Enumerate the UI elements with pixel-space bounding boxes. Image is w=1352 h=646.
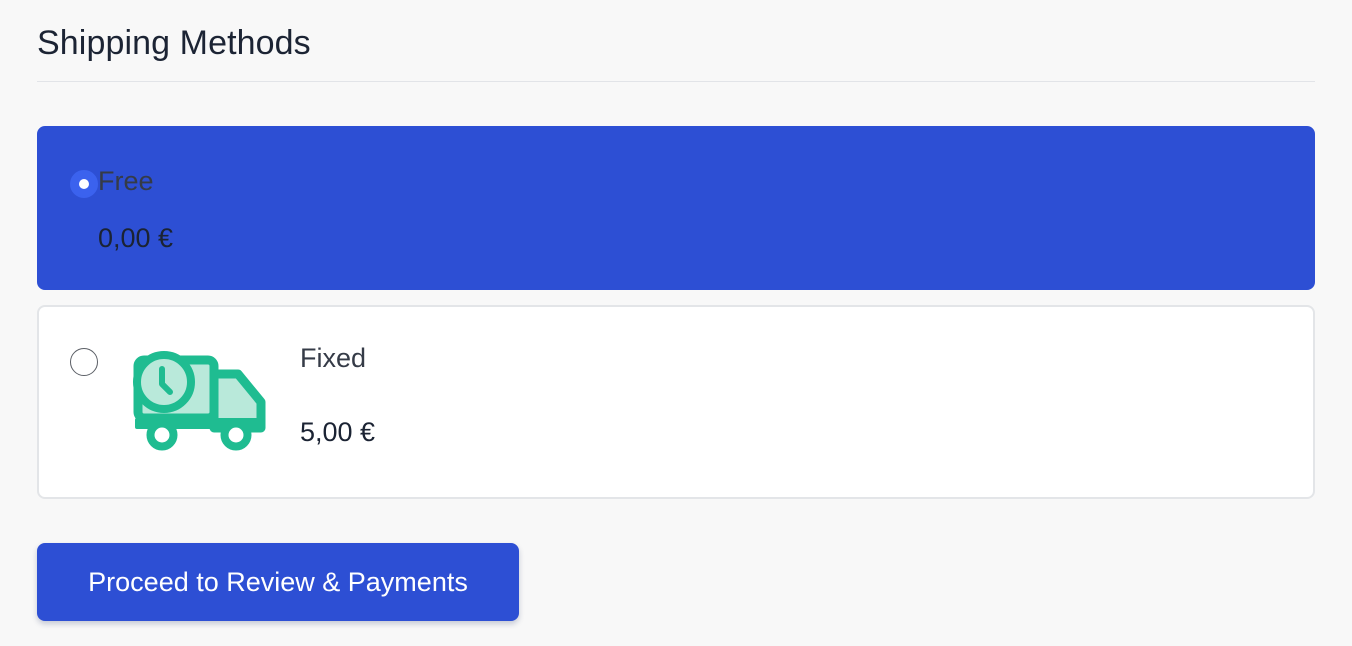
page-title: Shipping Methods [37,24,311,62]
shipping-option-free-name: Free [98,166,154,196]
shipping-option-free-radio[interactable] [70,170,98,198]
shipping-option-fixed-name: Fixed [300,343,367,373]
shipping-option-free[interactable]: Free 0,00 € [37,126,1315,290]
shipping-option-free-price: 0,00 € [98,223,174,253]
shipping-option-fixed-price: 5,00 € [300,417,376,447]
radio-checked-dot [79,179,89,189]
shipping-option-fixed-radio[interactable] [70,348,98,376]
title-divider [37,81,1315,82]
shipping-option-fixed[interactable]: Fixed 5,00 € [37,305,1315,499]
delivery-truck-clock-icon [132,348,266,454]
proceed-to-review-payments-button[interactable]: Proceed to Review & Payments [37,543,519,621]
